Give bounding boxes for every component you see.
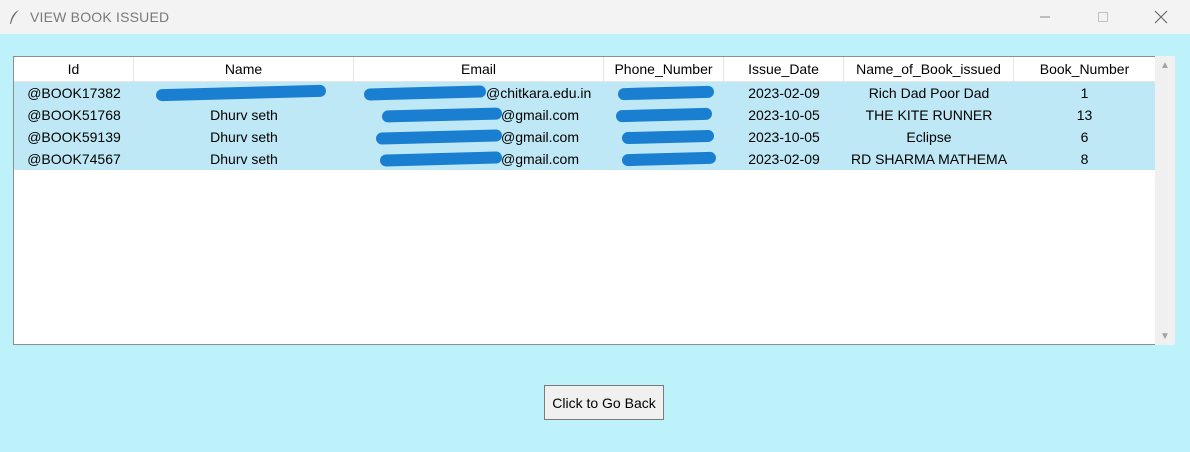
cell-phone — [604, 104, 724, 126]
vertical-scrollbar[interactable]: ▲ ▼ — [1155, 56, 1175, 345]
title-bar: VIEW BOOK ISSUED — [0, 0, 1190, 34]
table-body: @BOOK17382 @chitkara.edu.in 2023-02-09 R… — [14, 82, 1155, 170]
cell-email: @gmail.com — [354, 104, 604, 126]
cell-email-text: @gmail.com — [501, 151, 580, 167]
cell-email-text: @gmail.com — [501, 129, 580, 145]
cell-email: @gmail.com — [354, 148, 604, 170]
cell-name — [134, 82, 354, 104]
scroll-up-button[interactable]: ▲ — [1155, 56, 1175, 74]
cell-name: Dhurv seth — [210, 129, 278, 145]
window-title: VIEW BOOK ISSUED — [30, 9, 170, 25]
cell-id: @BOOK17382 — [27, 85, 121, 101]
table-header: Id Name Email Phone_Number Issue_Date Na… — [14, 57, 1155, 82]
cell-phone — [604, 126, 724, 148]
redaction-mark — [617, 85, 715, 101]
column-header-phone[interactable]: Phone_Number — [604, 57, 724, 81]
cell-issue-date: 2023-10-05 — [748, 107, 820, 123]
feather-icon — [10, 10, 19, 24]
column-header-issue-date[interactable]: Issue_Date — [724, 57, 844, 81]
cell-book-number: 13 — [1076, 107, 1093, 123]
redaction-mark — [615, 107, 713, 123]
column-header-id[interactable]: Id — [14, 57, 134, 81]
cell-book-number: 1 — [1080, 85, 1089, 101]
table-row[interactable]: @BOOK74567 Dhurv seth @gmail.com 2023-02… — [14, 148, 1155, 170]
table-row[interactable]: @BOOK59139 Dhurv seth @gmail.com 2023-10… — [14, 126, 1155, 148]
cell-email-text: @chitkara.edu.in — [486, 85, 592, 101]
column-header-book-name[interactable]: Name_of_Book_issued — [844, 57, 1014, 81]
column-header-name[interactable]: Name — [134, 57, 354, 81]
cell-email: @chitkara.edu.in — [354, 82, 604, 104]
redaction-mark — [621, 151, 717, 167]
cell-email: @gmail.com — [354, 126, 604, 148]
minimize-icon — [1040, 16, 1050, 18]
cell-name: Dhurv seth — [210, 107, 278, 123]
scroll-down-button[interactable]: ▼ — [1155, 327, 1175, 345]
issued-books-table[interactable]: Id Name Email Phone_Number Issue_Date Na… — [13, 56, 1156, 345]
table-row[interactable]: @BOOK51768 Dhurv seth @gmail.com 2023-10… — [14, 104, 1155, 126]
maximize-icon — [1098, 12, 1108, 22]
cell-id: @BOOK59139 — [27, 129, 121, 145]
go-back-button[interactable]: Click to Go Back — [544, 385, 664, 420]
close-icon — [1154, 10, 1168, 24]
cell-id: @BOOK74567 — [27, 151, 121, 167]
cell-issue-date: 2023-02-09 — [748, 85, 820, 101]
cell-id: @BOOK51768 — [27, 107, 121, 123]
redaction-mark — [155, 84, 327, 102]
arrow-up-icon: ▲ — [1160, 59, 1170, 71]
close-button[interactable] — [1132, 0, 1190, 34]
cell-issue-date: 2023-02-09 — [748, 151, 820, 167]
redaction-mark — [379, 151, 503, 167]
redaction-mark — [363, 85, 487, 101]
cell-issue-date: 2023-10-05 — [748, 129, 820, 145]
cell-book-name: RD SHARMA MATHEMA — [850, 151, 1008, 167]
table-row[interactable]: @BOOK17382 @chitkara.edu.in 2023-02-09 R… — [14, 82, 1155, 104]
cell-book-number: 6 — [1080, 129, 1089, 145]
cell-book-number: 8 — [1080, 151, 1089, 167]
cell-book-name: THE KITE RUNNER — [865, 107, 993, 123]
cell-email-text: @gmail.com — [501, 107, 580, 123]
arrow-down-icon: ▼ — [1160, 330, 1170, 342]
cell-book-name: Eclipse — [906, 129, 952, 145]
cell-book-name: Rich Dad Poor Dad — [868, 85, 990, 101]
cell-phone — [604, 82, 724, 104]
redaction-mark — [621, 129, 715, 145]
column-header-book-number[interactable]: Book_Number — [1014, 57, 1155, 81]
cell-phone — [604, 148, 724, 170]
redaction-mark — [381, 107, 503, 123]
maximize-button[interactable] — [1074, 0, 1132, 34]
window-controls — [1016, 0, 1190, 34]
minimize-button[interactable] — [1016, 0, 1074, 34]
column-header-email[interactable]: Email — [354, 57, 604, 81]
redaction-mark — [375, 129, 503, 145]
cell-name: Dhurv seth — [210, 151, 278, 167]
